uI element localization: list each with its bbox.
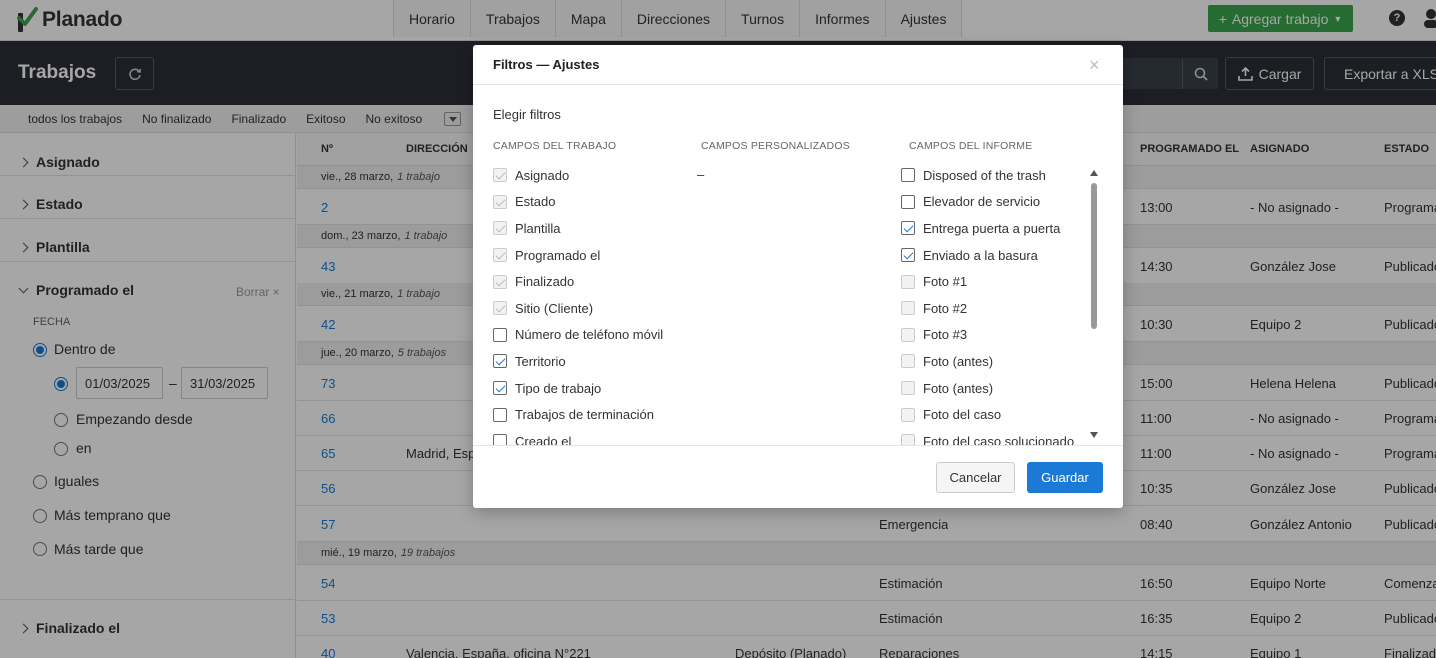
checkbox [901,301,915,316]
close-icon[interactable]: × [1089,55,1100,76]
report-field-option: Foto #1 [901,268,1086,295]
checkbox[interactable] [901,168,915,183]
checkbox [493,274,507,289]
report-field-option: Foto del caso solucionado [901,428,1086,445]
job-field-option: Estado [493,189,693,216]
report-field-option[interactable]: Enviado a la basura [901,242,1086,269]
modal-header: Filtros — Ajustes × [473,45,1123,85]
custom-fields-empty: – [697,167,705,182]
modal-subtitle: Elegir filtros [493,107,561,122]
cancel-button[interactable]: Cancelar [936,462,1015,493]
custom-fields-heading: CAMPOS PERSONALIZADOS [701,140,850,152]
checkbox[interactable] [493,327,507,342]
report-field-option[interactable]: Elevador de servicio [901,189,1086,216]
checkbox [901,407,915,422]
checkbox [901,274,915,289]
filter-settings-modal: Filtros — Ajustes × Elegir filtros CAMPO… [473,45,1123,508]
checkbox [901,434,915,445]
job-field-option[interactable]: Trabajos de terminación [493,401,693,428]
checkbox [493,221,507,236]
checkbox [901,354,915,369]
job-field-option[interactable]: Tipo de trabajo [493,375,693,402]
report-field-option: Foto #3 [901,322,1086,349]
checkbox[interactable] [901,248,915,263]
save-button[interactable]: Guardar [1027,462,1103,493]
checkbox[interactable] [901,194,915,209]
modal-title: Filtros — Ajustes [493,57,600,72]
checkbox[interactable] [493,354,507,369]
modal-footer: Cancelar Guardar [473,445,1123,508]
job-field-option: Asignado [493,162,693,189]
report-field-option: Foto (antes) [901,375,1086,402]
checkbox[interactable] [901,221,915,236]
report-fields-heading: CAMPOS DEL INFORME [909,140,1033,152]
report-fields-list: Disposed of the trash Elevador de servic… [901,162,1086,445]
checkbox [901,381,915,396]
report-list-scrollbar[interactable] [1089,170,1099,444]
job-field-option[interactable]: Territorio [493,348,693,375]
job-field-option[interactable]: Creado el [493,428,693,445]
checkbox [493,168,507,183]
checkbox[interactable] [493,407,507,422]
checkbox[interactable] [493,434,507,445]
checkbox[interactable] [493,381,507,396]
job-field-option: Finalizado [493,268,693,295]
report-field-option: Foto (antes) [901,348,1086,375]
report-field-option: Foto del caso [901,401,1086,428]
job-field-option: Plantilla [493,215,693,242]
checkbox [493,194,507,209]
job-field-option[interactable]: Número de teléfono móvil [493,322,693,349]
report-field-option[interactable]: Disposed of the trash [901,162,1086,189]
scroll-up-icon[interactable] [1090,170,1098,176]
scrollbar-thumb[interactable] [1091,183,1097,329]
job-fields-list: Asignado Estado Plantilla Programado el … [493,162,693,445]
job-fields-heading: CAMPOS DEL TRABAJO [493,140,617,152]
scroll-down-icon[interactable] [1090,432,1098,438]
checkbox [493,301,507,316]
checkbox [493,248,507,263]
checkbox [901,327,915,342]
job-field-option: Sitio (Cliente) [493,295,693,322]
job-field-option: Programado el [493,242,693,269]
report-field-option: Foto #2 [901,295,1086,322]
report-field-option[interactable]: Entrega puerta a puerta [901,215,1086,242]
